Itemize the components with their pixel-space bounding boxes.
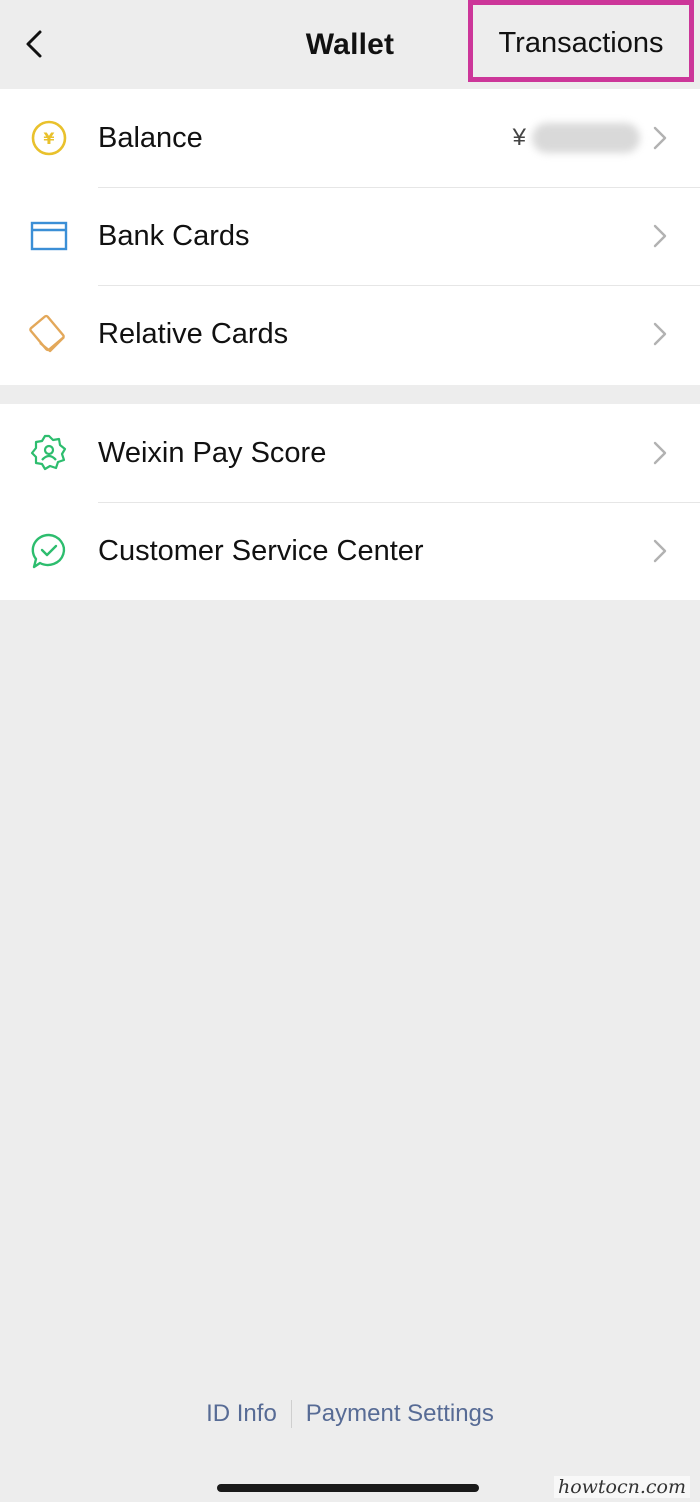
bank-card-icon <box>28 215 70 257</box>
navigation-bar: Wallet Transactions <box>0 0 700 88</box>
bank-cards-row[interactable]: Bank Cards <box>0 187 700 285</box>
id-info-link[interactable]: ID Info <box>206 1400 277 1428</box>
chevron-right-icon <box>650 439 670 467</box>
balance-row[interactable]: ¥ Balance ¥ <box>0 89 700 187</box>
relative-cards-label: Relative Cards <box>98 317 289 350</box>
transactions-button[interactable]: Transactions <box>468 0 694 82</box>
footer-divider <box>290 1400 292 1428</box>
chevron-right-icon <box>650 124 670 152</box>
wallet-screen: Wallet Transactions ¥ Balance ¥ Bank Car… <box>0 0 700 1502</box>
services-menu-group: Weixin Pay Score Customer Service Center <box>0 404 700 600</box>
chevron-right-icon <box>650 537 670 565</box>
payment-settings-link[interactable]: Payment Settings <box>306 1400 494 1428</box>
customer-service-label: Customer Service Center <box>98 534 424 567</box>
chat-bubble-icon <box>28 530 70 572</box>
svg-text:¥: ¥ <box>43 129 54 148</box>
footer-links: ID Info Payment Settings <box>0 1400 700 1428</box>
watermark: howtocn.com <box>553 1476 690 1498</box>
currency-symbol: ¥ <box>512 124 526 151</box>
chevron-right-icon <box>650 222 670 250</box>
customer-service-row[interactable]: Customer Service Center <box>0 502 700 600</box>
relative-cards-icon <box>28 313 70 355</box>
wallet-menu-group: ¥ Balance ¥ Bank Cards Relative Cards <box>0 89 700 385</box>
transactions-label: Transactions <box>498 26 664 59</box>
blurred-amount <box>532 123 640 153</box>
chevron-right-icon <box>650 320 670 348</box>
balance-label: Balance <box>98 121 203 154</box>
yuan-coin-icon: ¥ <box>28 117 70 159</box>
balance-amount: ¥ <box>513 123 640 153</box>
relative-cards-row[interactable]: Relative Cards <box>0 285 700 383</box>
bank-cards-label: Bank Cards <box>98 219 250 252</box>
pay-score-row[interactable]: Weixin Pay Score <box>0 404 700 502</box>
home-indicator[interactable] <box>217 1484 479 1492</box>
pay-score-badge-icon <box>28 432 70 474</box>
pay-score-label: Weixin Pay Score <box>98 436 327 469</box>
